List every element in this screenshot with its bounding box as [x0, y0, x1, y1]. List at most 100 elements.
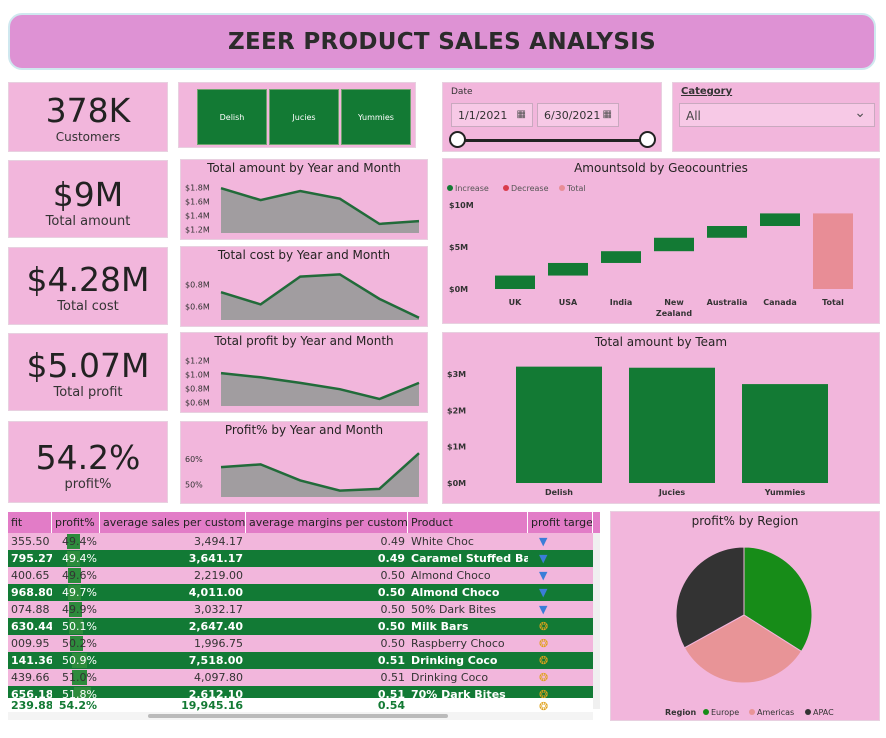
horizontal-scrollbar[interactable]	[8, 712, 593, 720]
cell-text: 0.49	[380, 535, 406, 548]
table-cell: 3,032.17	[100, 601, 246, 618]
column-header[interactable]: average sales per customer	[100, 512, 246, 533]
table-cell: 3,641.17	[100, 550, 246, 567]
trophy-icon: ❂	[539, 671, 549, 684]
legend-marker	[749, 709, 755, 715]
start-date-input[interactable]: 1/1/2021 ▦	[451, 103, 533, 127]
column-header[interactable]: profit targe	[528, 512, 593, 533]
table-cell: 49.9%	[52, 601, 100, 618]
y-tick-label: $0.6M	[185, 399, 210, 408]
cell-text: 074.88	[11, 603, 50, 616]
trophy-icon: ❂	[539, 620, 549, 633]
cell-text: Drinking Coco	[411, 654, 498, 667]
table-row: 795.27 49.4% 3,641.17 0.49 Caramel Stuffed B…	[8, 550, 593, 567]
table-row: 968.80 49.7% 4,011.00 0.50 Almond Choco ▼	[8, 584, 593, 601]
table-cell: 2,647.40	[100, 618, 246, 635]
table-cell: 0.51	[246, 669, 408, 686]
cell-text: 2,647.40	[188, 620, 243, 633]
table-cell: 50.1%	[52, 618, 100, 635]
table-cell: 439.66	[8, 669, 52, 686]
waterfall-svg: Increase Decrease Total $10M $5M $0M UK USA Indi…	[447, 184, 853, 318]
profit-pct-by-month-chart: Profit% by Year and Month 60% 50%	[180, 421, 428, 504]
cell-text: 50.1%	[62, 620, 97, 633]
kpi-total-amount: $9M Total amount	[8, 160, 168, 238]
table-cell: 009.95	[8, 635, 52, 652]
column-header[interactable]: average margins per customer	[246, 512, 408, 533]
cell-text: 0.50	[380, 637, 406, 650]
cell-text: 49.4%	[62, 535, 97, 548]
profit-by-month-svg: $1.2M $1.0M $0.8M $0.6M	[185, 357, 420, 408]
cell-text: 7,518.00	[188, 654, 243, 667]
cell-text: 50.9%	[62, 654, 97, 667]
y-tick-label: $1M	[447, 443, 466, 452]
kpi-label: Total amount	[45, 214, 131, 229]
y-tick-label: $1.2M	[185, 357, 210, 366]
column-header[interactable]: Product	[408, 512, 528, 533]
calendar-icon[interactable]: ▦	[517, 109, 526, 120]
kpi-value: $9M	[52, 175, 124, 214]
table-cell: 795.27	[8, 550, 52, 567]
cell-text: 400.65	[11, 569, 50, 582]
table-cell: 355.50	[8, 533, 52, 550]
cell-text: 355.50	[11, 535, 50, 548]
y-tick-label: $0.6M	[185, 303, 210, 312]
table-cell: 50% Dark Bites	[408, 601, 528, 618]
legend-label: Americas	[757, 708, 794, 717]
category-slicer: Category All ⌄	[672, 82, 880, 152]
table-cell: 1,996.75	[100, 635, 246, 652]
table-row: 630.44 50.1% 2,647.40 0.50 Milk Bars ❂	[8, 618, 593, 635]
medal-icon: ▼	[539, 603, 548, 616]
cell-text: 4,011.00	[188, 586, 243, 599]
legend-marker	[447, 185, 453, 191]
slicer-button-jucies[interactable]: Jucies	[269, 89, 339, 145]
table-cell: 7,518.00	[100, 652, 246, 669]
calendar-icon[interactable]: ▦	[603, 109, 612, 120]
column-header[interactable]: profit%	[52, 512, 100, 533]
waterfall-bar	[707, 226, 747, 238]
cell-text: 630.44	[11, 620, 52, 633]
table-cell: 50.9%	[52, 652, 100, 669]
cell-text: 0.49	[377, 552, 405, 565]
kpi-customers: 378K Customers	[8, 82, 168, 152]
end-date-input[interactable]: 6/30/2021 ▦	[537, 103, 619, 127]
category-slicer-label: Category	[681, 86, 733, 97]
column-header[interactable]: fit	[8, 512, 52, 533]
product-table: fit profit% average sales per customer aver…	[8, 512, 600, 720]
cell-text: 968.80	[11, 586, 52, 599]
team-bar	[629, 367, 715, 483]
date-range-start-handle[interactable]	[449, 131, 466, 148]
date-range-end-handle[interactable]	[639, 131, 656, 148]
x-tick-label: UK	[509, 298, 522, 307]
table-cell: 0.50	[246, 567, 408, 584]
cell-text: 49.7%	[62, 586, 97, 599]
vertical-scrollbar[interactable]	[593, 533, 600, 709]
area-fill	[221, 373, 419, 406]
cell-text: 439.66	[11, 671, 50, 684]
cell-text: 009.95	[11, 637, 50, 650]
table-cell: 3,494.17	[100, 533, 246, 550]
waterfall-bar	[548, 262, 588, 276]
cell-text: Caramel Stuffed Bars	[411, 552, 528, 565]
area-fill	[221, 453, 419, 497]
kpi-label: profit%	[64, 477, 112, 492]
trophy-icon: ❂	[539, 637, 549, 650]
cell-text: 0.54	[377, 699, 405, 712]
kpi-value: 54.2%	[35, 438, 141, 477]
cell-text: 0.50	[377, 620, 405, 633]
category-dropdown[interactable]: All ⌄	[679, 103, 875, 127]
table-cell: 0.49	[246, 550, 408, 567]
table-cell: 0.49	[246, 533, 408, 550]
table-row: 439.66 51.0% 4,097.80 0.51 Drinking Coco ❂	[8, 669, 593, 686]
horizontal-scrollbar-thumb[interactable]	[148, 714, 448, 718]
amount-by-month-chart: Total amount by Year and Month $1.8M $1.6…	[180, 159, 428, 240]
table-cell: 0.50	[246, 601, 408, 618]
legend-marker	[503, 185, 509, 191]
slicer-button-delish[interactable]: Delish	[197, 89, 267, 145]
slicer-button-yummies[interactable]: Yummies	[341, 89, 411, 145]
x-tick-label: Australia	[707, 298, 748, 307]
cell-text: 2,219.00	[194, 569, 243, 582]
date-range-track	[459, 139, 647, 142]
x-tick-label: New	[664, 298, 684, 307]
chevron-down-icon[interactable]: ⌄	[854, 105, 866, 121]
table-total-row: 239.88 54.2% 19,945.16 0.54 ❂	[8, 698, 593, 713]
